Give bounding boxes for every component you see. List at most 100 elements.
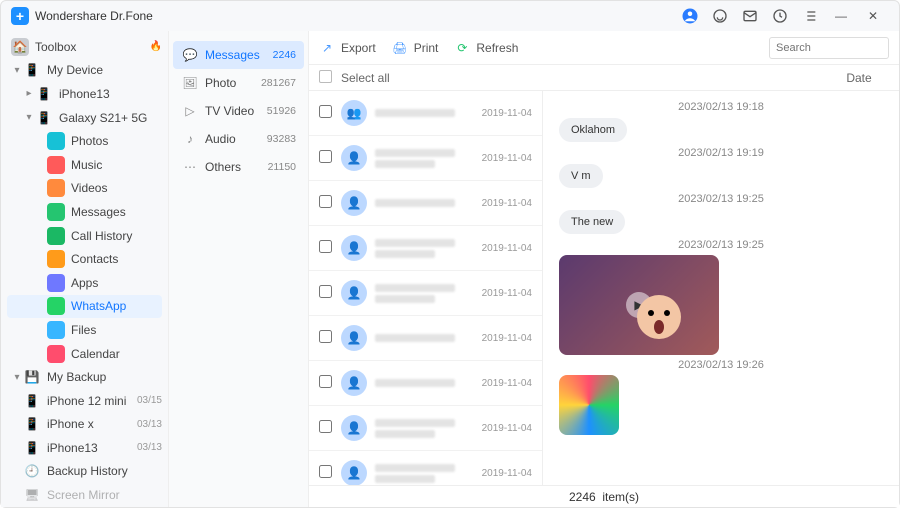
history-icon[interactable] <box>769 5 791 27</box>
sidebar-item-label: Messages <box>71 205 162 219</box>
mirror-icon: 🖥 <box>23 486 41 504</box>
sidebar-music[interactable]: Music <box>1 153 168 177</box>
message-row[interactable]: 👤2019-11-04 <box>309 361 542 406</box>
row-text <box>375 334 478 342</box>
sidebar-toolbox[interactable]: 🏠 Toolbox 🔥 <box>1 35 168 59</box>
music-icon <box>47 156 65 174</box>
row-text <box>375 149 478 168</box>
row-checkbox[interactable] <box>319 285 332 298</box>
sidebar-device-galaxy[interactable]: ▾ 📱 Galaxy S21+ 5G <box>1 106 168 130</box>
message-row[interactable]: 👤2019-11-04 <box>309 181 542 226</box>
row-checkbox[interactable] <box>319 105 332 118</box>
device-icon: 📱 <box>35 109 53 127</box>
sidebar-item-label: Files <box>71 323 162 337</box>
sidebar-item-label: Music <box>71 158 162 172</box>
select-all-checkbox[interactable] <box>319 70 332 83</box>
row-checkbox[interactable] <box>319 330 332 343</box>
sidebar-backup-12mini[interactable]: 📱iPhone 12 mini03/15 <box>1 389 168 413</box>
row-checkbox[interactable] <box>319 375 332 388</box>
sidebar-videos[interactable]: Videos <box>1 177 168 201</box>
backup-date: 03/13 <box>137 419 162 430</box>
category-label: Messages <box>205 48 273 62</box>
category-count: 51926 <box>267 105 296 117</box>
sidebar-my-device[interactable]: ▾ 📱 My Device <box>1 59 168 83</box>
close-button[interactable]: ✕ <box>857 5 889 27</box>
sidebar-whatsapp[interactable]: WhatsApp <box>7 295 162 319</box>
support-icon[interactable] <box>709 5 731 27</box>
device-icon: 📱 <box>23 61 41 79</box>
row-checkbox[interactable] <box>319 240 332 253</box>
sidebar-item-label: iPhone 12 mini <box>47 394 137 408</box>
select-all-label[interactable]: Select all <box>341 71 390 85</box>
sidebar-backup-history[interactable]: 🕘Backup History <box>1 460 168 484</box>
refresh-button[interactable]: ⟳Refresh <box>454 40 518 56</box>
message-row[interactable]: 👤2019-11-04 <box>309 451 542 485</box>
sidebar-item-label: Galaxy S21+ 5G <box>59 111 162 125</box>
sidebar-contacts[interactable]: Contacts <box>1 247 168 271</box>
export-icon: ↗ <box>319 40 335 56</box>
videos-icon <box>47 179 65 197</box>
row-checkbox[interactable] <box>319 420 332 433</box>
sidebar-device-iphone13[interactable]: ▸ 📱 iPhone13 <box>1 82 168 106</box>
chevron-down-icon: ▾ <box>23 112 35 123</box>
chat-bubble: V m <box>559 164 603 188</box>
avatar-icon: 👤 <box>341 415 367 441</box>
contacts-icon <box>47 250 65 268</box>
sidebar-backup-iphonex[interactable]: 📱iPhone x03/13 <box>1 413 168 437</box>
sidebar-item-label: Contacts <box>71 252 162 266</box>
sidebar-calendar[interactable]: Calendar <box>1 342 168 366</box>
mail-icon[interactable] <box>739 5 761 27</box>
audio-icon: ♪ <box>181 130 199 148</box>
device-icon: 📱 <box>35 85 53 103</box>
sidebar-photos[interactable]: Photos <box>1 129 168 153</box>
sidebar-apps[interactable]: Apps <box>1 271 168 295</box>
date-column-header[interactable]: Date <box>829 71 889 85</box>
category-messages[interactable]: 💬 Messages 2246 <box>173 41 304 69</box>
list-header: Select all Date <box>309 65 899 91</box>
category-others[interactable]: ⋯ Others 21150 <box>173 153 304 181</box>
sidebar-item-label: Backup History <box>47 464 162 478</box>
sidebar-messages[interactable]: Messages <box>1 200 168 224</box>
message-row[interactable]: 👤2019-11-04 <box>309 136 542 181</box>
sidebar-files[interactable]: Files <box>1 318 168 342</box>
hot-icon: 🔥 <box>150 41 162 52</box>
message-row[interactable]: 👤2019-11-04 <box>309 406 542 451</box>
device-icon: 📱 <box>23 439 41 457</box>
search-input[interactable] <box>776 42 900 54</box>
sidebar-call-history[interactable]: Call History <box>1 224 168 248</box>
row-text <box>375 239 478 258</box>
backup-date: 03/13 <box>137 442 162 453</box>
sidebar-item-label: My Device <box>47 63 162 77</box>
chat-panel: 2023/02/13 19:18 Oklahom 2023/02/13 19:1… <box>543 91 899 485</box>
sidebar-screen-mirror[interactable]: 🖥Screen Mirror <box>1 483 168 507</box>
sidebar-item-label: Photos <box>71 134 162 148</box>
category-label: Photo <box>205 76 261 90</box>
message-row[interactable]: 👤2019-11-04 <box>309 226 542 271</box>
sidebar-item-label: Toolbox <box>35 40 150 54</box>
category-audio[interactable]: ♪ Audio 93283 <box>173 125 304 153</box>
print-button[interactable]: 🖨Print <box>392 40 439 56</box>
export-button[interactable]: ↗Export <box>319 40 376 56</box>
photos-icon <box>47 132 65 150</box>
account-icon[interactable] <box>679 5 701 27</box>
message-row[interactable]: 👤2019-11-04 <box>309 316 542 361</box>
footer-label: item(s) <box>602 490 639 504</box>
row-checkbox[interactable] <box>319 195 332 208</box>
message-row[interactable]: 👤2019-11-04 <box>309 271 542 316</box>
sidebar-my-backup[interactable]: ▾ 💾 My Backup <box>1 365 168 389</box>
category-tv-video[interactable]: ▷ TV Video 51926 <box>173 97 304 125</box>
sidebar-backup-iphone13[interactable]: 📱iPhone1303/13 <box>1 436 168 460</box>
message-row[interactable]: 👥2019-11-04 <box>309 91 542 136</box>
category-photo[interactable]: 🖼 Photo 281267 <box>173 69 304 97</box>
device-icon: 📱 <box>23 415 41 433</box>
backup-icon: 💾 <box>23 368 41 386</box>
search-box[interactable]: 🔍 <box>769 37 889 59</box>
row-date: 2019-11-04 <box>482 198 532 209</box>
menu-icon[interactable] <box>799 5 821 27</box>
chat-video-thumbnail[interactable]: ▶ <box>559 255 719 355</box>
row-checkbox[interactable] <box>319 465 332 478</box>
category-label: TV Video <box>205 104 267 118</box>
minimize-button[interactable]: — <box>825 5 857 27</box>
content-panel: ↗Export 🖨Print ⟳Refresh 🔍 Select all Dat… <box>309 31 899 507</box>
row-checkbox[interactable] <box>319 150 332 163</box>
